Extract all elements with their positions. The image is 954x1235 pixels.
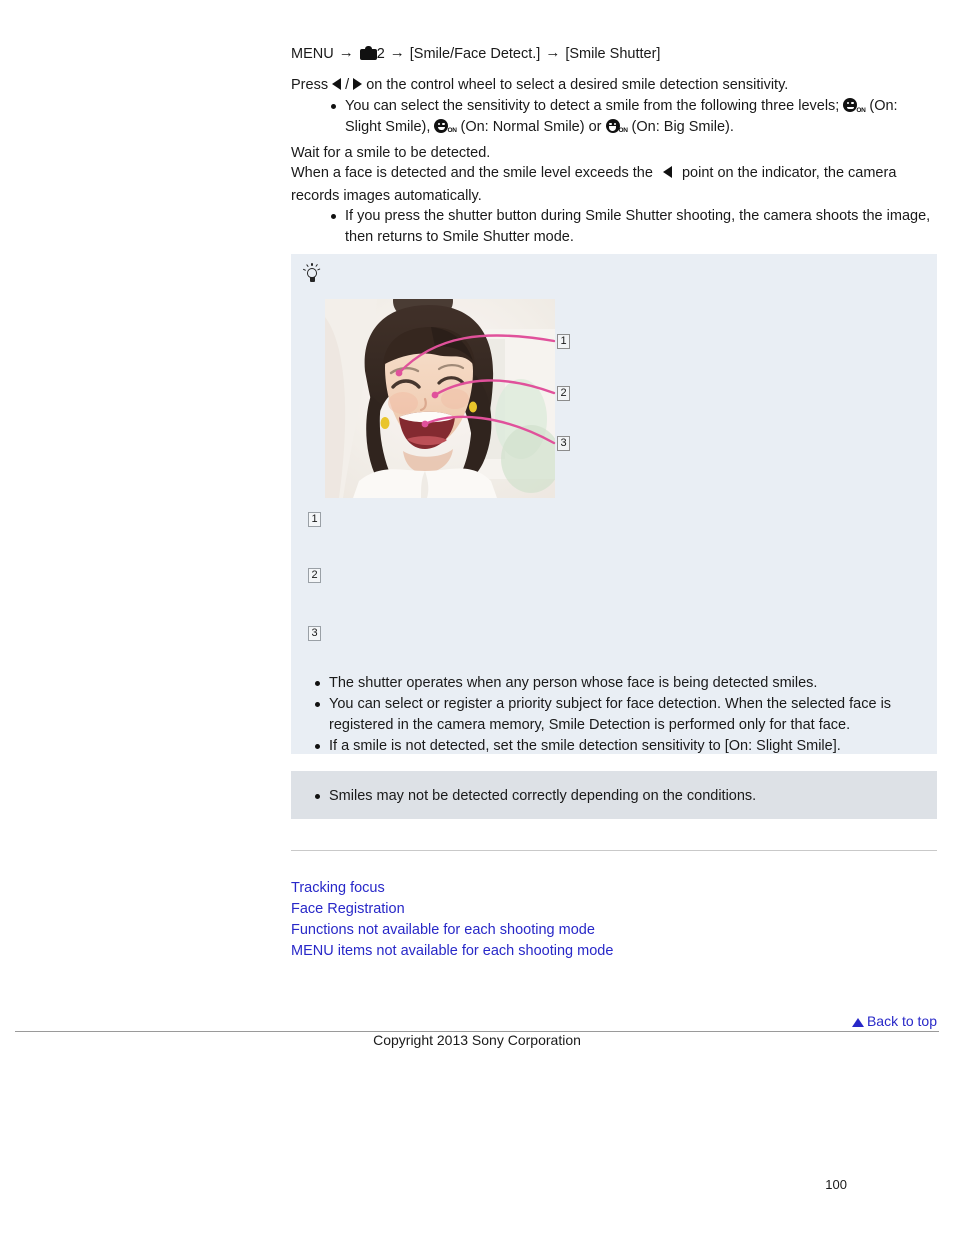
arrow-icon-2: → [389,44,405,61]
tip-bullet-3: If a smile is not detected, set the smil… [308,736,928,757]
link-menu-items-not-available[interactable]: MENU items not available for each shooti… [291,941,613,962]
page-number: 100 [825,1177,847,1192]
note-bullet-1: Smiles may not be detected correctly dep… [308,786,928,807]
callout-row-1: 1 [308,511,330,527]
sensitivity-text-big: (On: Big Smile). [631,118,734,135]
copyright-text: Copyright 2013 Sony Corporation [373,1032,581,1048]
sensitivity-text-a: You can select the sensitivity to detect… [345,98,840,114]
figure-callout-3: 3 [557,436,570,451]
link-tracking-focus[interactable]: Tracking focus [291,878,613,899]
menu-item-smile-face-detect: [Smile/Face Detect.] [409,46,541,62]
smile-slight-icon: ON [843,98,866,114]
smile-icon-on-label-1: ON [856,106,866,114]
figure-callout-2: 2 [557,386,570,401]
left-arrow-icon [332,78,342,90]
records-line: records images automatically. [291,188,482,204]
figure-callout-1: 1 [557,334,570,349]
up-triangle-icon [851,1018,864,1027]
sensitivity-bullet: You can select the sensitivity to detect… [324,96,937,138]
menu-item-smile-shutter: [Smile Shutter] [565,46,661,62]
callout-number-1: 1 [308,511,321,527]
indicator-left-arrow-icon [662,166,672,178]
tip-box: 1 2 3 1 2 3 The shutter operates when an… [291,254,937,754]
smile-normal-icon: ON [434,118,457,135]
back-to-top-link[interactable]: Back to top [851,1013,937,1029]
links-divider [291,850,937,851]
note-box: Smiles may not be detected correctly dep… [291,771,937,819]
press-instruction: Press / on the control wheel to select a… [291,75,788,96]
right-arrow-icon [353,78,363,90]
callout-row-3: 3 [308,625,330,641]
smile-icon-on-label-3: ON [618,127,628,135]
back-to-top-label: Back to top [866,1013,937,1029]
tip-bullet-list: The shutter operates when any person who… [308,673,928,757]
callout-number-3: 3 [308,625,321,641]
menu-label: MENU [291,46,334,62]
exceeds-line: When a face is detected and the smile le… [291,163,937,184]
camera-icon [359,46,377,60]
shutter-bullet: If you press the shutter button during S… [324,206,937,248]
smile-icon-on-label-2: ON [447,127,457,135]
menu-path-line: MENU → 2 → [Smile/Face Detect.] → [Smile Shutt… [291,43,660,64]
manual-page: MENU → 2 → [Smile/Face Detect.] → [Smile Shutt… [0,0,954,1235]
link-functions-not-available[interactable]: Functions not available for each shootin… [291,920,613,941]
sensitivity-text-normal: (On: Normal Smile) or [460,118,602,135]
smile-detection-figure: 1 2 3 [325,299,587,503]
shutter-bullet-list: If you press the shutter button during S… [324,206,937,248]
tip-bullet-2: You can select or register a priority su… [308,694,928,736]
arrow-icon-1: → [338,44,354,61]
callout-row-2: 2 [308,567,330,583]
wait-line: Wait for a smile to be detected. [291,145,491,161]
link-face-registration[interactable]: Face Registration [291,899,613,920]
slash-separator: / [345,77,350,93]
exceeds-suffix: point on the indicator, the camera [681,165,897,181]
callout-lines [395,334,556,445]
tip-bullet-1: The shutter operates when any person who… [308,673,928,694]
press-suffix: on the control wheel to select a desired… [366,77,789,93]
arrow-icon-3: → [545,44,561,61]
camera-tab-number: 2 [376,46,385,62]
press-prefix: Press [291,77,329,93]
callout-number-2: 2 [308,567,321,583]
related-links: Tracking focus Face Registration Functio… [291,878,613,962]
smile-big-icon: ON [605,118,628,135]
light-bulb-icon [303,263,321,285]
note-bullet-list: Smiles may not be detected correctly dep… [308,786,928,807]
exceeds-prefix: When a face is detected and the smile le… [291,165,653,181]
sensitivity-bullet-list: You can select the sensitivity to detect… [324,96,937,138]
